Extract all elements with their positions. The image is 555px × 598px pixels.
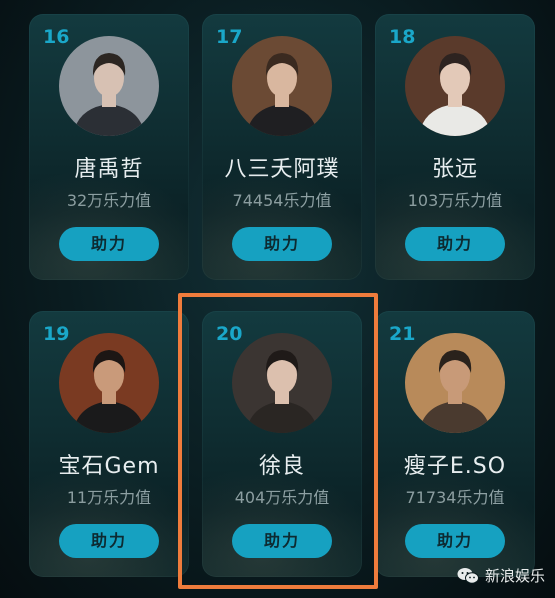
artist-avatar[interactable] xyxy=(232,36,332,136)
support-score: 103万乐力值 xyxy=(407,191,503,210)
support-score: 74454乐力值 xyxy=(232,191,332,210)
rank-number: 21 xyxy=(389,323,416,345)
artist-card: 18 张远 103万乐力值助力 xyxy=(375,14,535,280)
artist-avatar[interactable] xyxy=(232,333,332,433)
artist-avatar[interactable] xyxy=(59,333,159,433)
rank-number: 17 xyxy=(216,26,243,48)
support-score: 11万乐力值 xyxy=(66,488,152,507)
support-score: 71734乐力值 xyxy=(405,488,505,507)
artist-name: 八三夭阿璞 xyxy=(224,157,340,182)
artist-card: 16 唐禹哲 32万乐力值助力 xyxy=(29,14,189,280)
support-button[interactable]: 助力 xyxy=(59,524,159,558)
rank-number: 19 xyxy=(43,323,70,345)
support-button[interactable]: 助力 xyxy=(59,227,159,261)
watermark: 新浪娱乐 xyxy=(457,565,545,586)
rank-number: 18 xyxy=(389,26,416,48)
support-score: 404万乐力值 xyxy=(234,488,330,507)
artist-avatar[interactable] xyxy=(405,333,505,433)
artist-card: 19 宝石Gem 11万乐力值助力 xyxy=(29,311,189,577)
rank-number: 16 xyxy=(43,26,70,48)
artist-name: 唐禹哲 xyxy=(74,157,144,182)
support-button[interactable]: 助力 xyxy=(232,524,332,558)
support-button[interactable]: 助力 xyxy=(232,227,332,261)
rank-number: 20 xyxy=(216,323,243,345)
support-button[interactable]: 助力 xyxy=(405,524,505,558)
artist-name: 张远 xyxy=(431,157,478,182)
support-score: 32万乐力值 xyxy=(66,191,152,210)
wechat-icon xyxy=(457,567,479,585)
artist-avatar[interactable] xyxy=(405,36,505,136)
artist-card: 17 八三夭阿璞 74454乐力值助力 xyxy=(202,14,362,280)
artist-card: 20 徐良 404万乐力值助力 xyxy=(202,311,362,577)
support-button[interactable]: 助力 xyxy=(405,227,505,261)
artist-name: 宝石Gem xyxy=(58,454,160,479)
artist-card: 21 瘦子E.SO 71734乐力值助力 xyxy=(375,311,535,577)
artist-name: 瘦子E.SO xyxy=(403,454,507,479)
artist-avatar[interactable] xyxy=(59,36,159,136)
artist-name: 徐良 xyxy=(258,454,305,479)
watermark-text: 新浪娱乐 xyxy=(484,567,545,585)
